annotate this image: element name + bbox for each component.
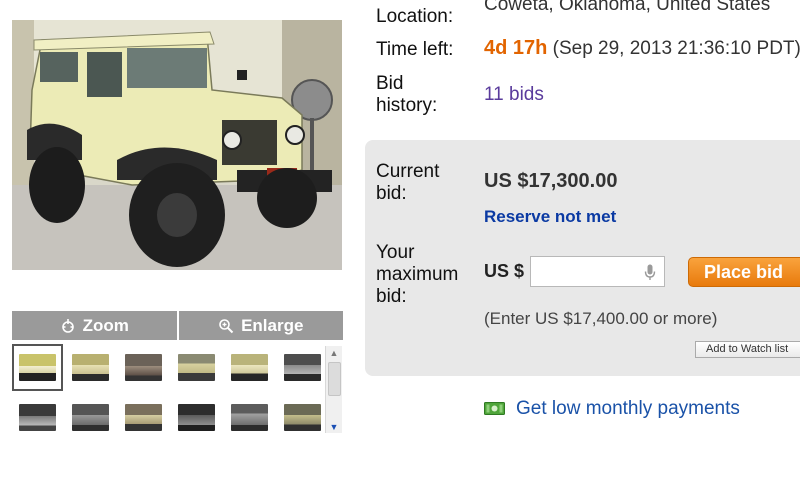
bid-history-label-line1: Bid [376, 73, 404, 94]
zoom-crosshair-icon [61, 318, 74, 333]
time-left-label: Time left: [376, 39, 454, 60]
thumbnail-image [231, 354, 268, 381]
time-left-group: 4d 17h (Sep 29, 2013 21:36:10 PDT) [484, 37, 800, 60]
scroll-down-arrow-icon[interactable]: ▼ [329, 422, 339, 432]
max-bid-input[interactable] [530, 256, 665, 287]
main-listing-photo[interactable] [12, 20, 342, 270]
gallery-thumbnail[interactable] [224, 344, 275, 391]
thumbnail-image [125, 354, 162, 381]
zoom-label: Zoom [82, 315, 129, 335]
thumbnail-image [284, 404, 321, 431]
microphone-icon[interactable] [644, 264, 656, 281]
current-bid-label-line2: bid: [376, 183, 407, 204]
jeep-photo-image [12, 20, 342, 270]
location-label: Location: [376, 6, 454, 27]
bids-count-link[interactable]: 11 bids [484, 84, 544, 106]
thumbnail-image [284, 354, 321, 381]
thumbnail-image [178, 354, 215, 381]
end-date: (Sep 29, 2013 21:36:10 PDT) [552, 38, 800, 59]
gallery-thumbnail[interactable] [118, 394, 169, 433]
max-bid-label-line3: bid: [376, 286, 407, 307]
gallery-thumbnail[interactable] [12, 344, 63, 391]
scrollbar-thumb[interactable] [328, 362, 341, 396]
thumbnail-image [231, 404, 268, 431]
gallery-thumbnail[interactable] [65, 394, 116, 433]
bid-history-label: Bid history: [376, 73, 437, 117]
gallery-thumbnail[interactable] [224, 394, 275, 433]
thumbnail-strip [12, 344, 329, 433]
enlarge-label: Enlarge [241, 315, 304, 335]
thumbnail-image [178, 404, 215, 431]
thumbnail-image [125, 404, 162, 431]
thumbnail-image [19, 354, 56, 381]
thumbnail-image [72, 354, 109, 381]
min-bid-hint: (Enter US $17,400.00 or more) [484, 309, 718, 328]
current-bid-label: Current bid: [376, 161, 439, 205]
thumbnail-image [72, 404, 109, 431]
monthly-payments-link[interactable]: Get low monthly payments [516, 398, 740, 420]
enlarge-button[interactable]: Enlarge [178, 311, 343, 340]
gallery-toolbar: Zoom Enlarge [12, 311, 343, 340]
location-value: Coweta, Oklahoma, United States [484, 0, 771, 15]
gallery-thumbnail[interactable] [12, 394, 63, 433]
gallery-thumbnail[interactable] [171, 394, 222, 433]
thumbnail-image [19, 404, 56, 431]
max-bid-label: Your maximum bid: [376, 242, 458, 308]
thumbnail-scrollbar[interactable]: ▲ ▼ [325, 346, 342, 433]
bid-history-label-line2: history: [376, 95, 438, 116]
magnifier-plus-icon [219, 318, 234, 333]
gallery-thumbnail[interactable] [277, 344, 328, 391]
current-bid-label-line1: Current [376, 161, 440, 182]
gallery-thumbnail[interactable] [65, 344, 116, 391]
gallery-thumbnail[interactable] [118, 344, 169, 391]
money-icon [484, 402, 505, 415]
gallery-thumbnail[interactable] [277, 394, 328, 433]
zoom-button[interactable]: Zoom [12, 311, 177, 340]
current-bid-value: US $17,300.00 [484, 170, 618, 192]
place-bid-button[interactable]: Place bid [688, 257, 800, 287]
gallery-thumbnail[interactable] [171, 344, 222, 391]
time-left-value: 4d 17h [484, 37, 548, 59]
max-bid-label-line2: maximum [376, 264, 459, 285]
scroll-up-arrow-icon[interactable]: ▲ [329, 348, 339, 358]
reserve-status: Reserve not met [484, 207, 617, 226]
currency-prefix: US $ [484, 261, 525, 281]
max-bid-label-line1: Your [376, 242, 415, 263]
add-to-watch-list-button[interactable]: Add to Watch list [695, 341, 800, 358]
